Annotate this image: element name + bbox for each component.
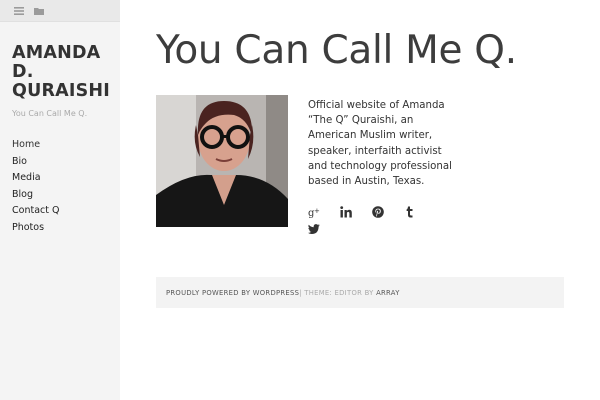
site-title-line: D. <box>12 62 34 82</box>
nav-item-contact[interactable]: Contact Q <box>12 205 59 222</box>
site-footer: Proudly Powered by WordPress | Theme: Ed… <box>156 277 564 308</box>
nav-item-home[interactable]: Home <box>12 139 59 156</box>
sidebar: AMANDA D. QURAISHI You Can Call Me Q. Ho… <box>0 0 120 400</box>
svg-text:+: + <box>314 207 320 215</box>
theme-author-link[interactable]: Array <box>376 289 400 297</box>
site-description: Official website of Amanda “The Q” Qurai… <box>308 100 452 188</box>
pinterest-icon[interactable] <box>372 205 384 218</box>
nav-item-media[interactable]: Media <box>12 172 59 189</box>
site-tagline: You Can Call Me Q. <box>12 109 88 118</box>
site-title-line: QURAISHI <box>12 81 110 101</box>
wordpress-link[interactable]: Proudly Powered by WordPress <box>166 289 299 297</box>
menu-icon[interactable] <box>14 6 24 16</box>
nav-item-blog[interactable]: Blog <box>12 189 59 206</box>
nav-item-photos[interactable]: Photos <box>12 222 59 239</box>
portrait-photo <box>156 95 288 227</box>
folder-icon[interactable] <box>34 6 44 16</box>
sidebar-toolbar <box>0 0 120 22</box>
main-nav: Home Bio Media Blog Contact Q Photos <box>12 139 59 239</box>
nav-item-bio[interactable]: Bio <box>12 156 59 173</box>
main-content: You Can Call Me Q. Official website of A… <box>120 0 600 400</box>
linkedin-icon[interactable] <box>340 205 352 218</box>
social-links: g + <box>308 203 438 237</box>
page-title: You Can Call Me Q. <box>156 28 517 73</box>
google-plus-icon[interactable]: g + <box>308 206 320 218</box>
twitter-icon[interactable] <box>308 223 320 235</box>
tumblr-icon[interactable] <box>404 206 416 218</box>
site-title[interactable]: AMANDA D. QURAISHI <box>12 44 116 101</box>
site-title-line: AMANDA <box>12 43 101 63</box>
theme-credit: Theme: Editor by <box>301 288 377 297</box>
